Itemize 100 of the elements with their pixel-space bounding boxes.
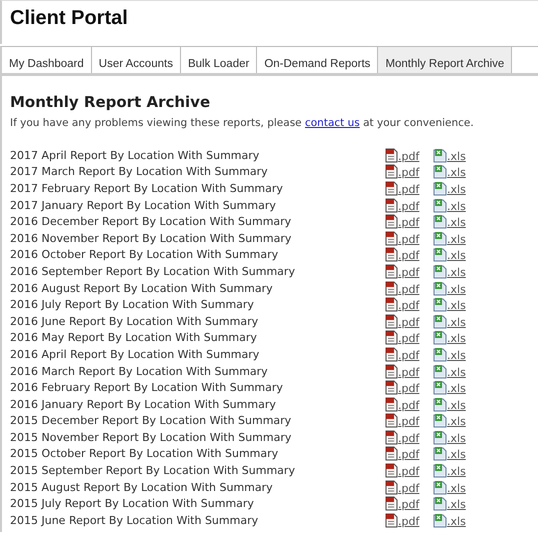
spreadsheet-file-icon <box>433 512 447 528</box>
report-title: 2016 May Report By Location With Summary <box>10 331 258 344</box>
download-link[interactable]: .pdf <box>398 150 420 163</box>
download-link[interactable]: .pdf <box>398 465 420 478</box>
pdf-file-icon <box>385 396 398 412</box>
download-link[interactable]: .pdf <box>398 266 420 279</box>
spreadsheet-file-icon <box>433 364 447 379</box>
download-link[interactable]: .pdf <box>398 498 420 512</box>
contact-link[interactable]: contact us <box>304 117 360 129</box>
spreadsheet-file-icon <box>433 463 447 478</box>
download-link[interactable]: .xls <box>447 299 466 312</box>
pdf-file-icon <box>385 380 398 396</box>
download-link[interactable]: .pdf <box>398 382 420 396</box>
download-link[interactable]: .xls <box>447 482 466 495</box>
report-title: 2016 June Report By Location With Summary <box>10 314 260 328</box>
pdf-file-icon <box>385 446 398 462</box>
download-link[interactable]: .pdf <box>398 249 420 262</box>
spreadsheet-file-icon <box>433 346 447 362</box>
download-link[interactable]: .pdf <box>398 448 420 462</box>
download-link[interactable]: .pdf <box>398 348 420 362</box>
pdf-file-icon <box>385 198 398 213</box>
nav-tab[interactable]: Monthly Report Archive <box>378 47 512 73</box>
download-link[interactable]: .xls <box>447 282 466 296</box>
download-link[interactable]: .xls <box>447 150 466 163</box>
download-link[interactable]: .pdf <box>398 432 420 445</box>
pdf-file-icon <box>385 297 398 312</box>
download-link[interactable]: .xls <box>447 448 466 462</box>
download-link[interactable]: .pdf <box>398 182 420 196</box>
report-title: 2016 August Report By Location With Summary <box>10 282 274 295</box>
spreadsheet-file-icon <box>433 446 447 462</box>
download-link[interactable]: .xls <box>447 382 466 396</box>
pdf-file-icon <box>385 330 398 346</box>
download-link[interactable]: .pdf <box>398 316 420 329</box>
download-link[interactable]: .xls <box>447 366 466 379</box>
pdf-file-icon <box>385 480 398 495</box>
pdf-file-icon <box>385 430 398 445</box>
report-title: 2016 December Report By Location With Summary <box>10 215 292 228</box>
pdf-file-icon <box>385 314 398 329</box>
download-link[interactable]: .xls <box>447 266 466 279</box>
download-link[interactable]: .xls <box>447 182 466 196</box>
download-link[interactable]: .xls <box>447 348 466 362</box>
help-text: If you have any problems viewing these reports, please contact us at your convenience. <box>10 117 474 129</box>
pdf-file-icon <box>385 214 398 230</box>
download-link[interactable]: .xls <box>447 514 466 528</box>
download-link[interactable]: .xls <box>447 465 466 478</box>
download-link[interactable]: .pdf <box>398 200 420 213</box>
spreadsheet-file-icon <box>433 180 447 196</box>
spreadsheet-file-icon <box>433 480 447 495</box>
report-title: 2015 September Report By Location With Summary <box>10 464 296 478</box>
download-link[interactable]: .pdf <box>398 166 420 180</box>
download-link[interactable]: .xls <box>447 415 466 428</box>
download-link[interactable]: .pdf <box>398 398 420 412</box>
download-link[interactable]: .xls <box>447 232 466 246</box>
report-title: 2017 January Report By Location With Summary <box>10 198 277 212</box>
pdf-file-icon <box>385 247 398 262</box>
spreadsheet-file-icon <box>433 413 447 428</box>
download-link[interactable]: .xls <box>447 249 466 262</box>
download-link[interactable]: .pdf <box>398 482 420 495</box>
download-link[interactable]: .xls <box>447 200 466 213</box>
report-title: 2015 October Report By Location With Summary <box>10 447 280 460</box>
download-link[interactable]: .pdf <box>398 415 420 428</box>
report-title: 2016 March Report By Location With Summary <box>10 364 269 378</box>
report-title: 2015 June Report By Location With Summary <box>10 514 260 527</box>
download-link[interactable]: .xls <box>447 316 466 329</box>
download-link[interactable]: .xls <box>447 432 466 445</box>
download-link[interactable]: .pdf <box>398 299 420 312</box>
download-link[interactable]: .pdf <box>398 232 420 246</box>
download-link[interactable]: .pdf <box>398 514 420 528</box>
report-title: 2016 July Report By Location With Summary <box>10 298 255 312</box>
report-title: 2016 January Report By Location With Summary <box>10 398 277 411</box>
spreadsheet-file-icon <box>433 280 447 296</box>
spreadsheet-file-icon <box>433 496 447 512</box>
download-link[interactable]: .pdf <box>398 216 420 230</box>
download-link[interactable]: .pdf <box>398 366 420 379</box>
spreadsheet-file-icon <box>433 247 447 262</box>
pdf-file-icon <box>385 148 398 163</box>
spreadsheet-file-icon <box>433 430 447 445</box>
report-title: 2016 February Report By Location With Summary <box>10 381 284 394</box>
download-link[interactable]: .xls <box>447 166 466 180</box>
download-link[interactable]: .xls <box>447 216 466 230</box>
spreadsheet-file-icon <box>433 230 447 246</box>
download-link[interactable]: .xls <box>447 498 466 512</box>
pdf-file-icon <box>385 364 398 379</box>
spreadsheet-file-icon <box>433 330 447 346</box>
portal-title: Client Portal <box>10 7 128 30</box>
spreadsheet-file-icon <box>433 380 447 396</box>
pdf-file-icon <box>385 346 398 362</box>
download-link[interactable]: .pdf <box>398 332 420 346</box>
report-title: 2016 April Report By Location With Summary <box>10 348 260 361</box>
download-link[interactable]: .xls <box>447 332 466 346</box>
pdf-file-icon <box>385 180 398 196</box>
pdf-file-icon <box>385 264 398 279</box>
download-link[interactable]: .pdf <box>398 282 420 296</box>
download-link[interactable]: .xls <box>447 398 466 412</box>
report-title: 2015 July Report By Location With Summary <box>10 497 255 510</box>
report-title: 2016 September Report By Location With Summary <box>10 264 296 278</box>
spreadsheet-file-icon <box>433 297 447 312</box>
pdf-file-icon <box>385 496 398 512</box>
report-title: 2016 November Report By Location With Summary <box>10 232 292 245</box>
pdf-file-icon <box>385 230 398 246</box>
